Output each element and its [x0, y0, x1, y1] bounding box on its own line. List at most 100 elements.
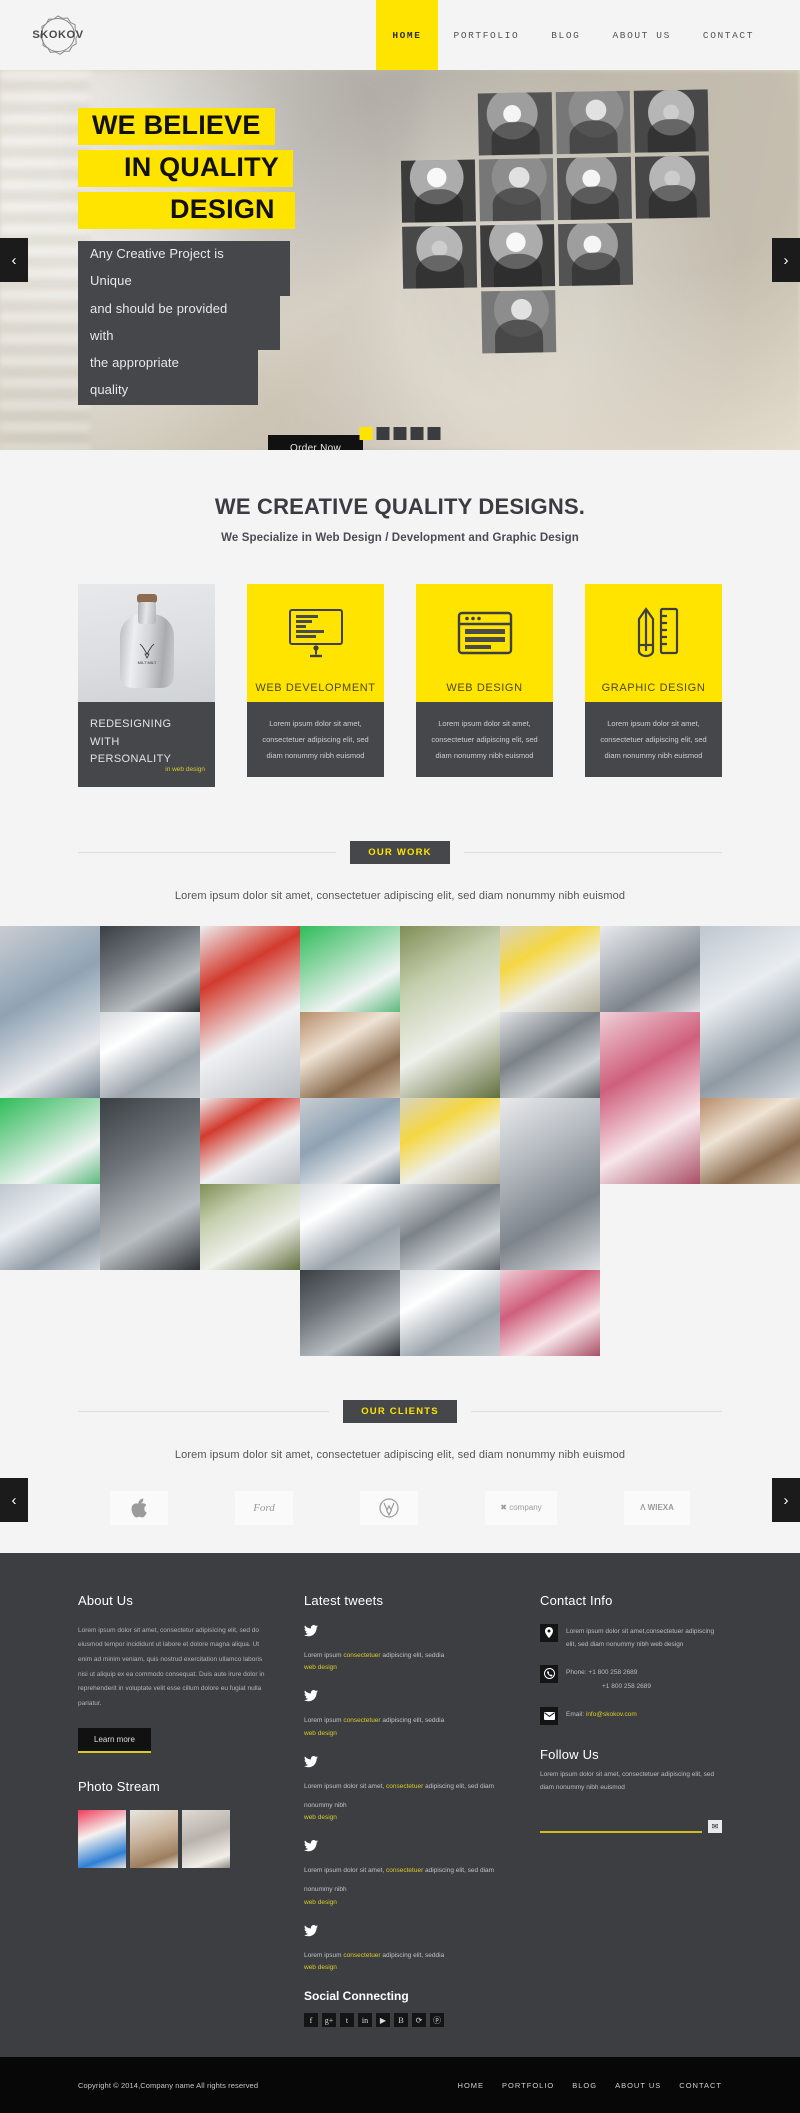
hero-headline-line-3: DESIGN	[78, 192, 295, 229]
photo-stream-item[interactable]	[130, 1809, 178, 1868]
portfolio-item[interactable]	[300, 925, 400, 1012]
google-plus-icon[interactable]: g+	[322, 2013, 336, 2028]
twitter-icon[interactable]: t	[340, 2013, 354, 2028]
feature-line-1: REDESIGNING	[90, 718, 172, 730]
feature-card-redesigning[interactable]: MILT MILT REDESIGNING WITH PERSONALITY i…	[78, 584, 215, 787]
wiexa-logo[interactable]: Λ WIEXA	[624, 1490, 690, 1525]
portfolio-item[interactable]	[400, 1097, 500, 1184]
photo-stream-grid	[78, 1809, 268, 1868]
ford-logo[interactable]: Ford	[235, 1490, 293, 1525]
photo-tile	[400, 159, 476, 223]
tweet-tag[interactable]: web design	[304, 1664, 504, 1671]
tweet-tag[interactable]: web design	[304, 1814, 504, 1821]
portfolio-item[interactable]	[0, 1097, 100, 1184]
tweet-tag[interactable]: web design	[304, 1730, 504, 1737]
portfolio-item[interactable]	[700, 1097, 800, 1184]
portfolio-item[interactable]	[300, 1011, 400, 1098]
portfolio-item[interactable]	[0, 925, 100, 1098]
portfolio-item[interactable]	[200, 1097, 300, 1184]
deer-antler-icon: MILT MILT	[137, 643, 156, 665]
photo-stream-item[interactable]	[78, 1809, 126, 1868]
hero-subtext: Any Creative Project is Unique and shoul…	[78, 241, 363, 405]
newsletter-form: ✉	[540, 1815, 722, 1833]
service-card-web-design[interactable]: WEB DESIGN Lorem ipsum dolor sit amet, c…	[416, 584, 553, 787]
main-navigation: HOME PORTFOLIO BLOG ABOUT US CONTACT	[376, 0, 770, 70]
newsletter-submit-button[interactable]: ✉	[708, 1819, 722, 1833]
pinterest-icon[interactable]: ⓟ	[430, 2013, 444, 2028]
twitter-bird-icon	[304, 1689, 504, 1705]
footer-nav-home[interactable]: HOME	[458, 2081, 485, 2090]
footer-nav-portfolio[interactable]: PORTFOLIO	[502, 2081, 554, 2090]
portfolio-item[interactable]	[200, 925, 300, 1098]
portfolio-item[interactable]	[300, 1183, 400, 1270]
feature-card-body: REDESIGNING WITH PERSONALITY in web desi…	[78, 702, 215, 787]
photo-stream-heading: Photo Stream	[78, 1778, 160, 1794]
portfolio-item[interactable]	[400, 1183, 500, 1270]
hero-prev-arrow[interactable]: ‹	[0, 238, 28, 282]
logo[interactable]: SKOKOV	[30, 7, 86, 63]
photo-tile	[558, 222, 634, 287]
follow-us-text: Lorem ipsum dolor sit amet, consectetuer…	[540, 1770, 715, 1791]
portfolio-item[interactable]	[600, 925, 700, 1012]
hero-subtext-line-6: quality	[78, 377, 258, 405]
tweet-text: Lorem ipsum dolor sit amet, consectetuer…	[304, 1783, 495, 1809]
youtube-icon[interactable]: ▶	[376, 2013, 390, 2028]
envelope-icon	[540, 1706, 558, 1725]
tweet-tag[interactable]: web design	[304, 1899, 504, 1906]
x-company-logo[interactable]: ✖ company	[485, 1490, 557, 1525]
photo-tile	[637, 287, 712, 350]
portfolio-item[interactable]	[700, 925, 800, 1098]
slider-dot-2[interactable]	[376, 427, 390, 440]
portfolio-item[interactable]	[500, 1011, 600, 1098]
portfolio-item[interactable]	[500, 1097, 600, 1270]
photo-stream-item[interactable]	[182, 1809, 230, 1868]
order-now-button[interactable]: Order Now	[268, 434, 364, 450]
slider-dot-3[interactable]	[393, 427, 407, 440]
hero-next-arrow[interactable]: ›	[772, 238, 800, 282]
portfolio-item[interactable]	[0, 1183, 100, 1270]
tweet-tag[interactable]: web design	[304, 1964, 504, 1971]
twitter-bird-icon	[304, 1839, 504, 1855]
divider-line-left	[78, 1410, 330, 1412]
clients-next-arrow[interactable]: ›	[772, 1478, 800, 1523]
apple-logo[interactable]	[110, 1490, 168, 1525]
nav-item-about-us[interactable]: ABOUT US	[596, 0, 686, 70]
slider-dot-5[interactable]	[427, 427, 441, 440]
hero-photo-mosaic	[400, 89, 724, 355]
hero-content: WE BELIEVE IN QUALITY DESIGN Any Creativ…	[78, 108, 364, 450]
hero-subtext-line-3: and should be provided	[78, 295, 280, 323]
portfolio-item[interactable]	[500, 925, 600, 1012]
nav-item-portfolio[interactable]: PORTFOLIO	[438, 0, 536, 70]
twitter-bird-icon	[304, 1755, 504, 1771]
newsletter-email-input[interactable]	[540, 1815, 702, 1833]
photo-tile	[636, 221, 711, 284]
learn-more-button[interactable]: Learn more	[78, 1727, 151, 1753]
footer-nav-contact[interactable]: CONTACT	[679, 2081, 722, 2090]
rss-icon[interactable]: ⟳	[412, 2013, 426, 2028]
slider-dot-4[interactable]	[410, 427, 424, 440]
portfolio-item[interactable]	[300, 1269, 400, 1356]
nav-item-contact[interactable]: CONTACT	[687, 0, 770, 70]
volkswagen-logo[interactable]	[360, 1490, 418, 1525]
blogger-icon[interactable]: B	[394, 2013, 408, 2028]
linkedin-icon[interactable]: in	[358, 2013, 372, 2028]
portfolio-item[interactable]	[100, 1097, 200, 1270]
service-card-graphic-design[interactable]: GRAPHIC DESIGN Lorem ipsum dolor sit ame…	[585, 584, 722, 787]
portfolio-item[interactable]	[200, 1183, 300, 1270]
service-card-web-development[interactable]: WEB DEVELOPMENT Lorem ipsum dolor sit am…	[247, 584, 384, 787]
portfolio-item[interactable]	[500, 1269, 600, 1356]
portfolio-item[interactable]	[100, 1011, 200, 1098]
footer-nav-about-us[interactable]: ABOUT US	[615, 2081, 661, 2090]
portfolio-item[interactable]	[100, 925, 200, 1012]
portfolio-item[interactable]	[400, 1269, 500, 1356]
facebook-icon[interactable]: f	[304, 2013, 318, 2028]
footer-nav-blog[interactable]: BLOG	[572, 2081, 597, 2090]
hero-subtext-line-2: Unique	[78, 268, 290, 296]
nav-item-home[interactable]: HOME	[376, 0, 438, 70]
nav-item-blog[interactable]: BLOG	[535, 0, 596, 70]
portfolio-item[interactable]	[400, 925, 500, 1098]
slider-dot-1[interactable]	[359, 427, 373, 440]
portfolio-item[interactable]	[300, 1097, 400, 1184]
clients-prev-arrow[interactable]: ‹	[0, 1478, 28, 1523]
portfolio-item[interactable]	[600, 1011, 700, 1184]
